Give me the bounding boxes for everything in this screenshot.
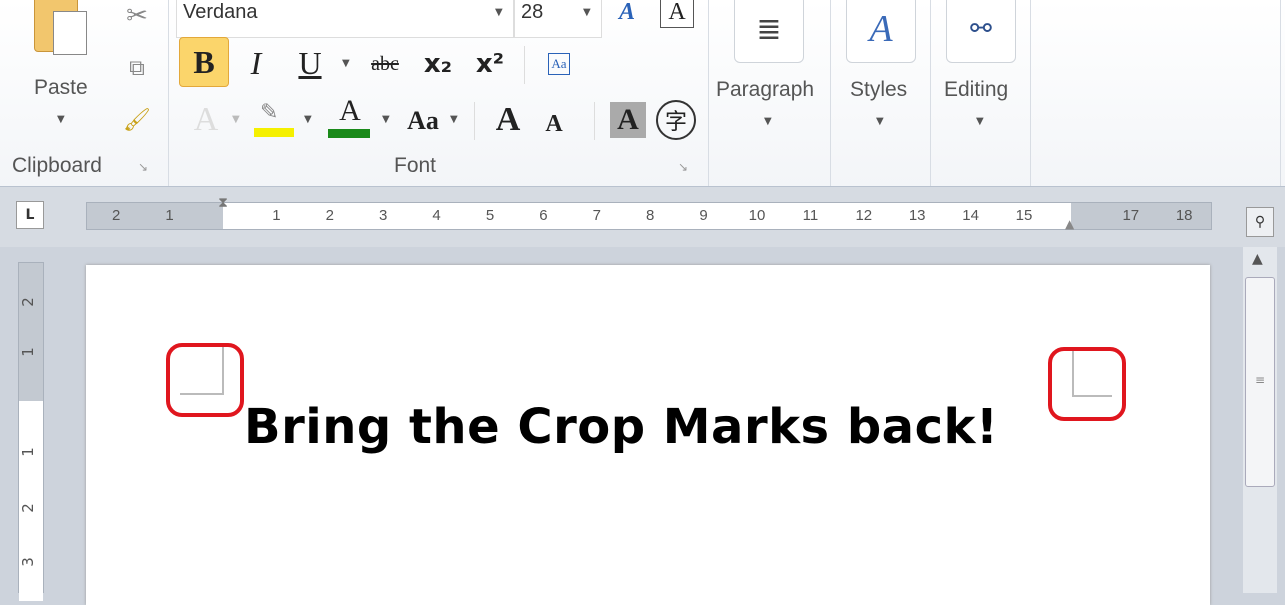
font-name-value: Verdana bbox=[183, 1, 258, 23]
crop-mark-highlight-left bbox=[166, 343, 244, 417]
font-size-value: 28 bbox=[521, 1, 544, 23]
enclose-characters-button[interactable]: 字 bbox=[656, 100, 696, 140]
styles-button[interactable]: A Styles ▼ bbox=[832, 0, 928, 140]
font-size-combobox[interactable]: 28 ▼ bbox=[514, 0, 602, 38]
ruler-number: 3 bbox=[379, 207, 388, 224]
chevron-down-icon: ▼ bbox=[583, 7, 591, 18]
chevron-down-icon[interactable]: ▼ bbox=[342, 58, 350, 69]
highlighter-icon: ✎ bbox=[260, 100, 279, 125]
ruler-number: 1 bbox=[165, 207, 174, 224]
scroll-thumb[interactable]: ≡ bbox=[1245, 277, 1275, 487]
highlight-button[interactable]: ✎ bbox=[254, 100, 294, 140]
subscript-button[interactable]: x₂ bbox=[418, 44, 458, 84]
ruler-number: 6 bbox=[539, 207, 548, 224]
ruler-number: 17 bbox=[1122, 207, 1140, 224]
chevron-down-icon: ▼ bbox=[495, 7, 503, 18]
dialog-launcher-icon[interactable]: ↘ bbox=[678, 160, 688, 174]
document-text[interactable]: Bring the Crop Marks back! bbox=[244, 399, 998, 455]
clear-formatting-icon[interactable]: A bbox=[610, 0, 644, 28]
paragraph-label: Paragraph bbox=[716, 78, 815, 101]
align-center-icon: ≣ bbox=[734, 0, 804, 63]
ruler-number: 12 bbox=[855, 207, 873, 224]
superscript-button[interactable]: x² bbox=[470, 44, 510, 84]
chevron-down-icon[interactable]: ▼ bbox=[304, 114, 312, 125]
font-name-combobox[interactable]: Verdana ▼ bbox=[176, 0, 514, 38]
paragraph-button[interactable]: ≣ Paragraph ▼ bbox=[710, 0, 828, 140]
editing-button[interactable]: ⚯ Editing ▼ bbox=[932, 0, 1030, 140]
bold-button[interactable]: B bbox=[179, 37, 229, 87]
chevron-down-icon: ▼ bbox=[764, 116, 772, 127]
ruler-number: 11 bbox=[802, 207, 819, 224]
chevron-down-icon[interactable]: ▼ bbox=[232, 114, 240, 125]
format-painter-icon[interactable]: 🖌 bbox=[120, 104, 154, 136]
right-indent-marker[interactable]: ▲ bbox=[1065, 217, 1074, 231]
tab-selector[interactable]: L bbox=[16, 201, 44, 229]
clipboard-group-label: Clipboard bbox=[12, 154, 102, 177]
indent-marker[interactable]: ⧗ bbox=[215, 195, 231, 235]
ruler-number: 13 bbox=[908, 207, 926, 224]
styles-icon: A bbox=[846, 0, 916, 63]
chevron-down-icon: ▼ bbox=[57, 114, 65, 125]
binoculars-icon: ⚯ bbox=[946, 0, 1016, 63]
ruler-number: 10 bbox=[748, 207, 766, 224]
view-ruler-button[interactable]: ⚲ bbox=[1246, 207, 1274, 237]
crop-mark-left bbox=[180, 347, 224, 395]
chevron-down-icon[interactable]: ▼ bbox=[382, 114, 390, 125]
ribbon: Paste ▼ ✂ ⧉ 🖌 Clipboard ↘ Verdana ▼ 28 ▼… bbox=[0, 0, 1285, 187]
chevron-down-icon: ▼ bbox=[976, 116, 984, 127]
character-shading-button[interactable]: A bbox=[610, 102, 646, 138]
document-page[interactable]: Bring the Crop Marks back! bbox=[86, 265, 1210, 605]
ruler-number: 18 bbox=[1175, 207, 1193, 224]
text-effects-button[interactable]: A bbox=[184, 100, 228, 140]
editing-label: Editing bbox=[944, 78, 1009, 101]
underline-button[interactable]: U bbox=[290, 40, 330, 86]
highlight-color-bar bbox=[254, 128, 294, 137]
grow-font-button[interactable]: A bbox=[488, 100, 528, 140]
font-group-label: Font bbox=[394, 154, 437, 177]
font-color-button[interactable]: A bbox=[328, 94, 372, 140]
vertical-ruler-number: 1 bbox=[18, 347, 37, 357]
paste-button[interactable]: Paste ▼ bbox=[28, 0, 100, 130]
styles-label: Styles bbox=[850, 78, 908, 101]
chevron-down-icon[interactable]: ▼ bbox=[450, 114, 458, 125]
ruler-number: 1 bbox=[272, 207, 281, 224]
clear-format-eraser-icon[interactable]: Aa bbox=[538, 44, 580, 84]
ruler-number: 8 bbox=[646, 207, 655, 224]
shrink-font-button[interactable]: A bbox=[538, 108, 570, 140]
ruler-number: 9 bbox=[699, 207, 708, 224]
ruler-number: 7 bbox=[592, 207, 601, 224]
scroll-up-arrow[interactable]: ▲ bbox=[1252, 251, 1263, 267]
vertical-ruler[interactable]: 2 1 1 2 3 bbox=[18, 262, 44, 601]
cut-icon[interactable]: ✂ bbox=[120, 0, 154, 32]
ruler-number: 4 bbox=[432, 207, 441, 224]
copy-icon[interactable]: ⧉ bbox=[120, 52, 154, 84]
crop-mark-highlight-right bbox=[1048, 347, 1126, 421]
crop-mark-right bbox=[1072, 351, 1112, 397]
ruler-number: 14 bbox=[962, 207, 979, 224]
ruler-number: 2 bbox=[112, 207, 121, 224]
vertical-ruler-number: 1 bbox=[18, 447, 37, 457]
vertical-ruler-number: 2 bbox=[18, 503, 37, 513]
vertical-scrollbar[interactable]: ▲ ≡ bbox=[1243, 247, 1277, 593]
ruler-number: 2 bbox=[325, 207, 334, 224]
change-case-button[interactable]: Aa bbox=[402, 102, 444, 140]
paste-label: Paste bbox=[34, 76, 88, 99]
font-color-bar bbox=[328, 129, 370, 138]
horizontal-ruler[interactable]: 2 1 1 2 3 4 5 6 7 8 9 10 11 12 13 14 15 17 18 ⧗ ▲ bbox=[86, 195, 1212, 231]
paste-icon bbox=[34, 0, 87, 55]
character-border-icon[interactable]: A bbox=[660, 0, 694, 28]
ruler-number: 5 bbox=[485, 207, 495, 224]
vertical-ruler-number: 3 bbox=[18, 557, 37, 567]
ruler-number: 15 bbox=[1015, 207, 1033, 224]
strikethrough-button[interactable]: abc bbox=[362, 44, 408, 84]
font-color-glyph: A bbox=[339, 94, 361, 127]
chevron-down-icon: ▼ bbox=[876, 116, 884, 127]
vertical-ruler-number: 2 bbox=[18, 297, 37, 307]
dialog-launcher-icon[interactable]: ↘ bbox=[138, 160, 148, 174]
italic-button[interactable]: I bbox=[236, 40, 276, 86]
